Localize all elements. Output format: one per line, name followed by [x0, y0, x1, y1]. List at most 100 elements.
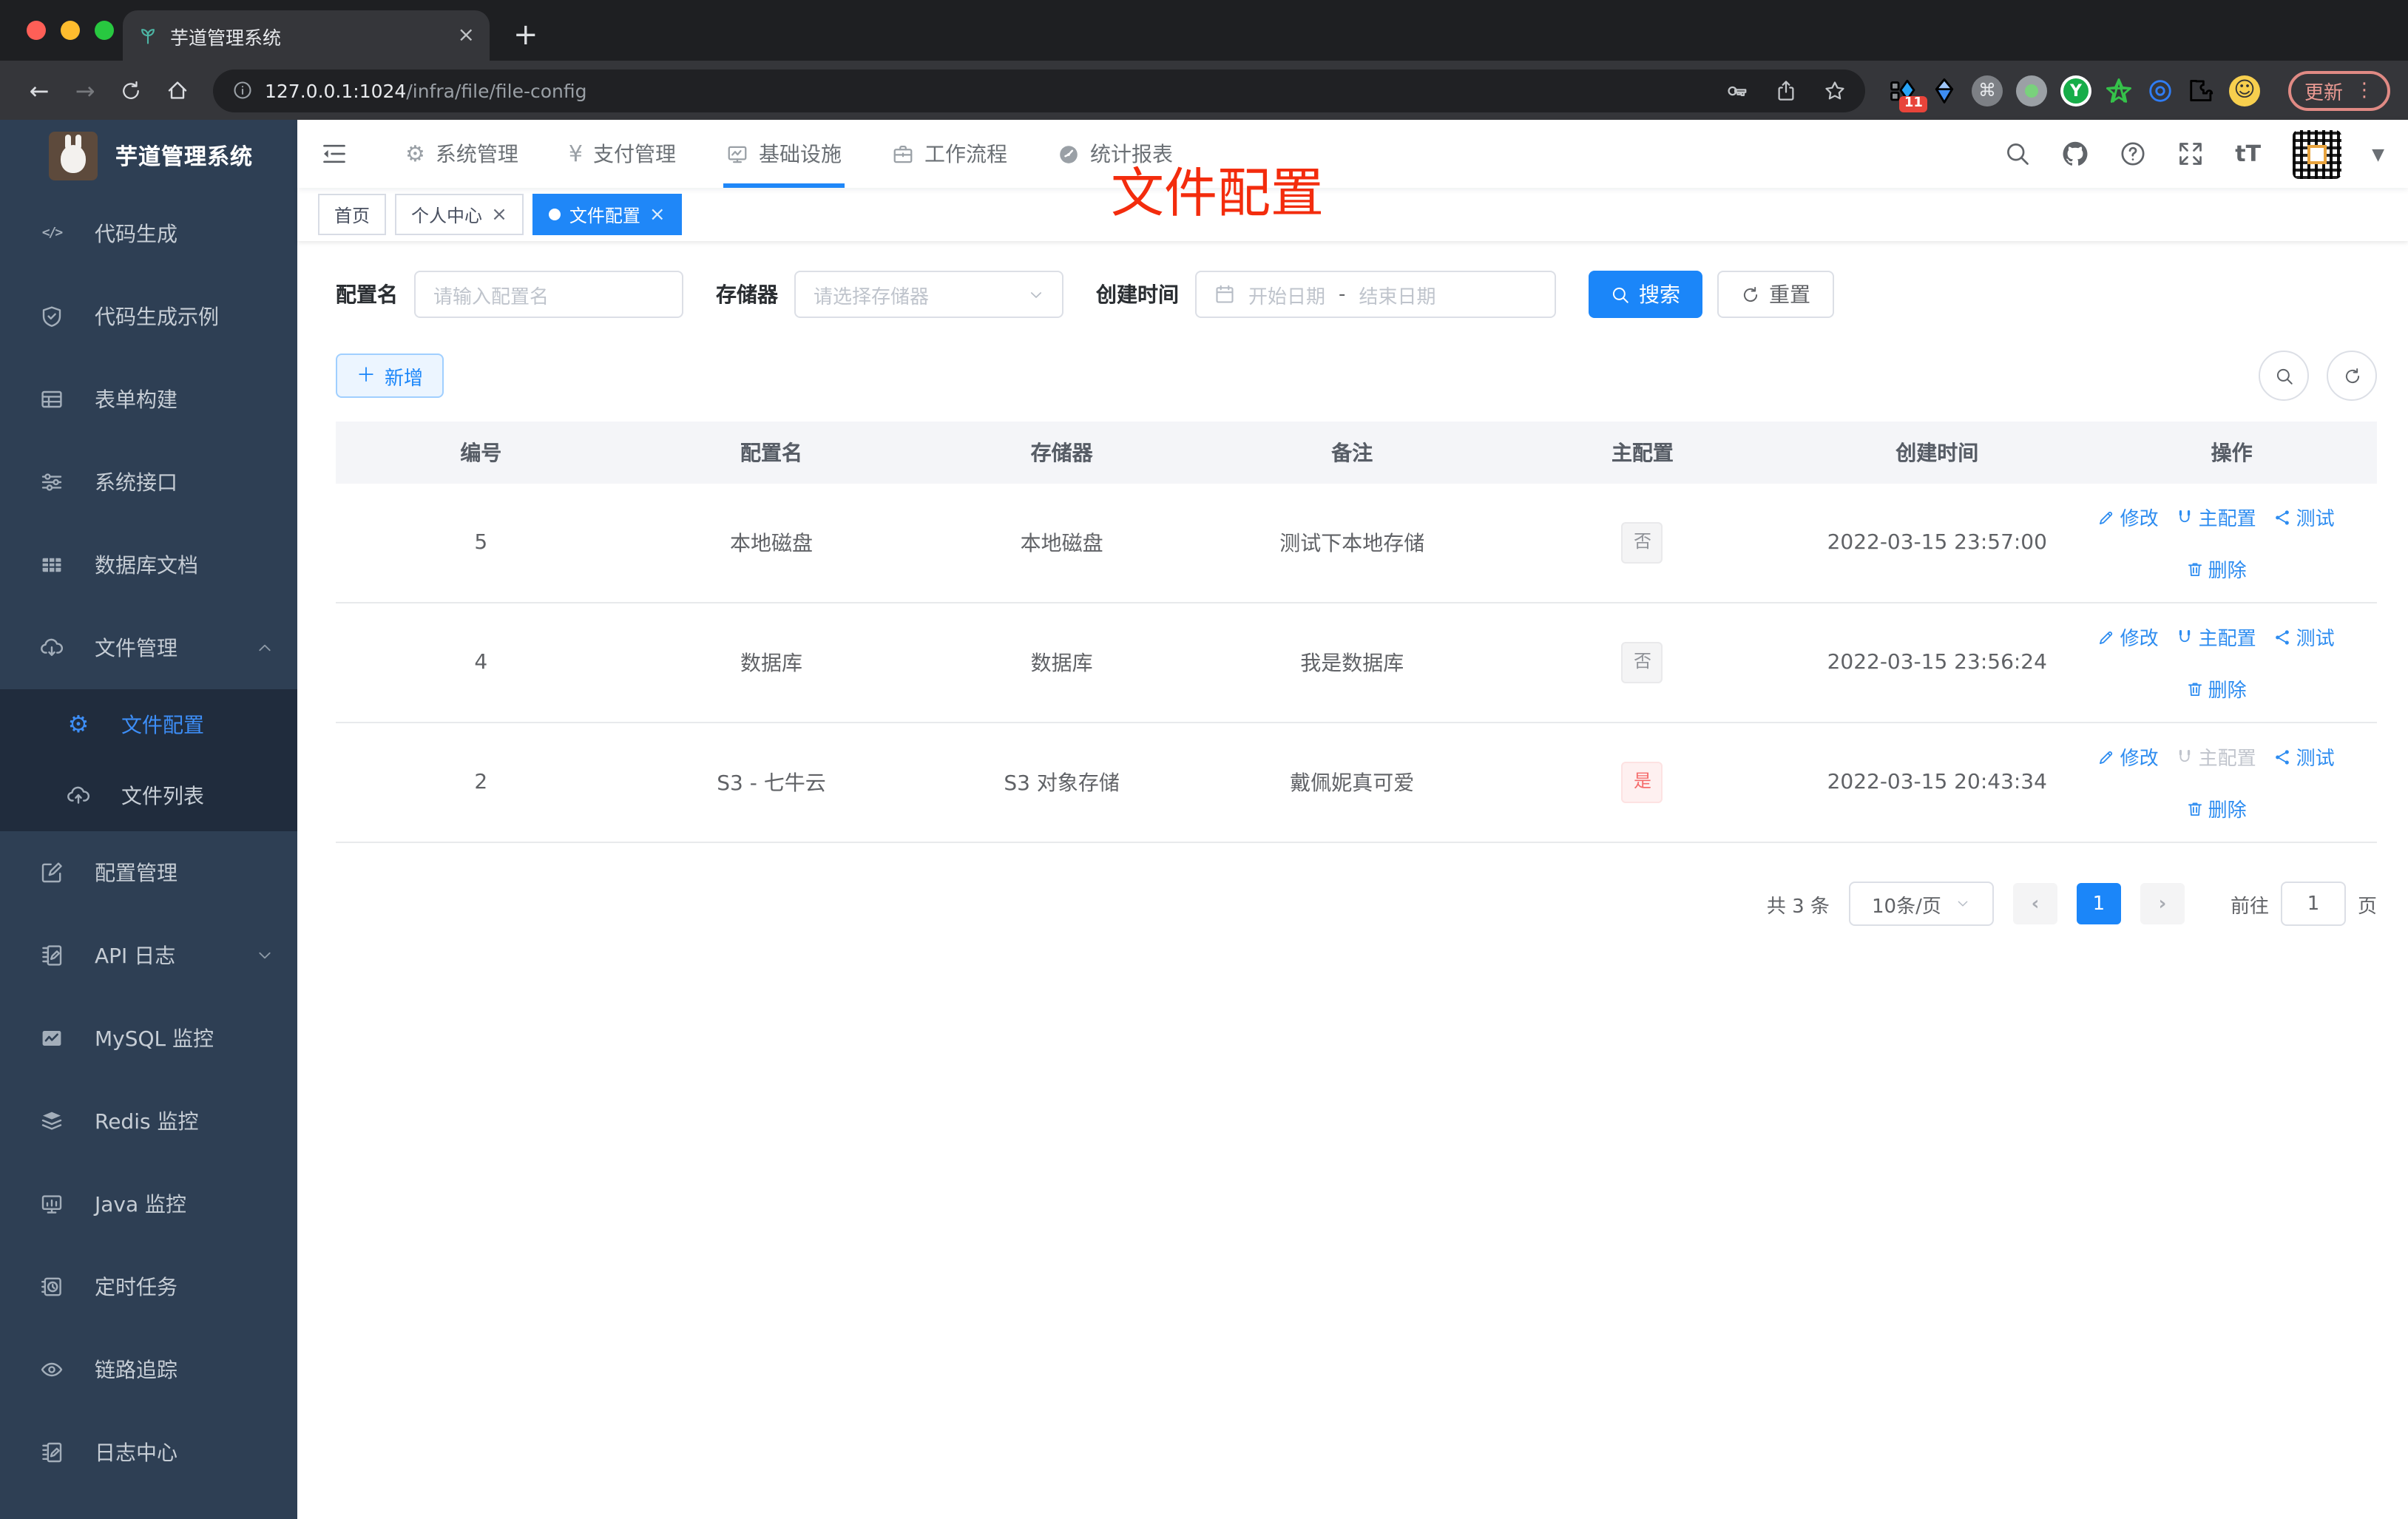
font-size-icon[interactable]: tT: [2235, 141, 2261, 167]
test-link[interactable]: 测试: [2274, 623, 2335, 651]
report-icon: [1058, 143, 1080, 165]
sidebar: 芋道管理系统 </> 代码生成 代码生成示例 表单构建 系统接口 数据库文档 文…: [0, 120, 297, 1519]
y-extension-icon[interactable]: Y: [2060, 75, 2091, 106]
cloud-download-icon: [38, 636, 65, 660]
date-range-input[interactable]: 开始日期 - 结束日期: [1195, 271, 1556, 318]
sidebar-item[interactable]: Redis 监控: [0, 1080, 297, 1163]
home-icon[interactable]: [155, 69, 198, 112]
page-tab[interactable]: 文件配置 ×: [532, 194, 682, 235]
bookmark-star-icon[interactable]: [1824, 79, 1846, 101]
search-icon[interactable]: [2004, 141, 2031, 167]
share-icon: [2274, 748, 2292, 765]
sidebar-logo[interactable]: 芋道管理系统: [0, 120, 297, 192]
command-extension-icon[interactable]: ⌘: [1971, 75, 2003, 106]
page-content: 配置名 请输入配置名 存储器 请选择存储器 创建时间 开始日期 - 结束日期 搜…: [297, 241, 2408, 1519]
eye-extension-icon[interactable]: [2146, 76, 2174, 104]
chevron-down-icon: [256, 947, 274, 964]
primary-link[interactable]: 主配置: [2177, 742, 2256, 771]
traffic-lights[interactable]: [27, 21, 114, 40]
key-icon[interactable]: [1726, 79, 1748, 101]
cell-name: 本地磁盘: [626, 484, 917, 603]
add-button[interactable]: ＋ 新增: [336, 353, 444, 398]
collapse-sidebar-icon[interactable]: [321, 141, 348, 167]
storage-select[interactable]: 请选择存储器: [794, 271, 1063, 318]
test-link[interactable]: 测试: [2274, 742, 2335, 771]
dot-extension-icon[interactable]: [2015, 75, 2047, 106]
sidebar-item[interactable]: 表单构建: [0, 358, 297, 441]
url-bar[interactable]: 127.0.0.1:1024 /infra/file/file-config: [213, 69, 1865, 112]
nav-item[interactable]: 基础设施: [701, 120, 867, 188]
nav-item[interactable]: ¥ 支付管理: [544, 120, 701, 188]
sidebar-item[interactable]: 数据库文档: [0, 524, 297, 606]
edit-link[interactable]: 修改: [2098, 742, 2159, 771]
delete-link[interactable]: 删除: [2186, 555, 2247, 583]
browser-tab[interactable]: 芋道管理系统 ×: [123, 10, 490, 61]
puzzle-extension-icon[interactable]: [2188, 76, 2216, 104]
close-icon[interactable]: ×: [491, 203, 507, 226]
refresh-table-button[interactable]: [2327, 351, 2377, 401]
goto-page-input[interactable]: 1: [2280, 882, 2346, 926]
config-name-input[interactable]: 请输入配置名: [414, 271, 683, 318]
page-tab[interactable]: 个人中心 ×: [395, 194, 524, 235]
reset-button[interactable]: 重置: [1717, 271, 1834, 318]
sidebar-item[interactable]: </> 代码生成: [0, 192, 297, 275]
info-icon[interactable]: [232, 80, 253, 101]
new-tab-button[interactable]: +: [513, 16, 538, 52]
table-row: 2 S3 - 七牛云 S3 对象存储 戴佩妮真可爱 是 2022-03-15 2…: [336, 723, 2377, 843]
sidebar-item[interactable]: MySQL 监控: [0, 997, 297, 1080]
tab-strip: 芋道管理系统 × +: [0, 0, 2408, 61]
sidebar-item[interactable]: API 日志: [0, 914, 297, 997]
toggle-search-button[interactable]: [2259, 351, 2309, 401]
delete-link[interactable]: 删除: [2186, 674, 2247, 703]
close-icon[interactable]: ×: [649, 203, 666, 226]
back-icon[interactable]: ←: [18, 69, 61, 112]
test-link[interactable]: 测试: [2274, 503, 2335, 531]
trace-icon: [38, 1358, 65, 1381]
sidebar-item[interactable]: 定时任务: [0, 1245, 297, 1328]
nav-item[interactable]: 工作流程: [867, 120, 1032, 188]
help-icon[interactable]: [2120, 141, 2146, 167]
sidebar-item[interactable]: 配置管理: [0, 831, 297, 914]
reload-icon[interactable]: [109, 69, 152, 112]
primary-link[interactable]: 主配置: [2177, 503, 2256, 531]
primary-link[interactable]: 主配置: [2177, 623, 2256, 651]
smiley-extension-icon[interactable]: ☺: [2228, 75, 2260, 106]
search-button[interactable]: 搜索: [1589, 271, 1702, 318]
search-form: 配置名 请输入配置名 存储器 请选择存储器 创建时间 开始日期 - 结束日期 搜…: [336, 271, 2377, 318]
share-upload-icon[interactable]: [1775, 79, 1797, 101]
sidebar-menu: </> 代码生成 代码生成示例 表单构建 系统接口 数据库文档 文件管理 ⚙ 文…: [0, 192, 297, 1494]
browser-update-button[interactable]: 更新 ⋮: [2287, 70, 2390, 110]
sidebar-item[interactable]: 链路追踪: [0, 1328, 297, 1411]
star-extension-icon[interactable]: [2105, 76, 2133, 104]
browser-menu-icon[interactable]: ⋮: [2355, 79, 2374, 101]
sidebar-item[interactable]: Java 监控: [0, 1163, 297, 1245]
tab-close-icon[interactable]: ×: [458, 24, 475, 47]
sidebar-item[interactable]: 系统接口: [0, 441, 297, 524]
edit-link[interactable]: 修改: [2098, 503, 2159, 531]
prev-page-button[interactable]: ‹: [2012, 883, 2057, 924]
edit-link[interactable]: 修改: [2098, 623, 2159, 651]
sidebar-item[interactable]: ⚙ 文件配置: [0, 689, 297, 760]
sidebar-item[interactable]: 文件管理: [0, 606, 297, 689]
avatar[interactable]: [2292, 129, 2341, 178]
sidebar-item[interactable]: 代码生成示例: [0, 275, 297, 358]
close-window-button[interactable]: [27, 21, 46, 40]
delete-link[interactable]: 删除: [2186, 794, 2247, 822]
caret-down-icon[interactable]: ▼: [2372, 144, 2384, 163]
current-page[interactable]: 1: [2076, 883, 2121, 924]
next-page-button[interactable]: ›: [2140, 883, 2185, 924]
sidebar-item[interactable]: 日志中心: [0, 1411, 297, 1494]
github-icon[interactable]: [2062, 141, 2089, 167]
briefcase-icon: [892, 143, 914, 165]
fullscreen-icon[interactable]: [2177, 141, 2204, 167]
nav-item[interactable]: ⚙ 系统管理: [380, 120, 544, 188]
page-tab[interactable]: 首页: [318, 194, 387, 235]
forward-icon[interactable]: →: [64, 69, 106, 112]
kite-extension-icon[interactable]: [1930, 76, 1958, 104]
minimize-window-button[interactable]: [61, 21, 80, 40]
sidebar-item[interactable]: 文件列表: [0, 760, 297, 831]
cell-time: 2022-03-15 23:56:24: [1788, 603, 2087, 723]
tab-groups-icon[interactable]: 11: [1889, 76, 1927, 112]
page-size-select[interactable]: 10条/页: [1848, 882, 1994, 926]
zoom-window-button[interactable]: [95, 21, 114, 40]
